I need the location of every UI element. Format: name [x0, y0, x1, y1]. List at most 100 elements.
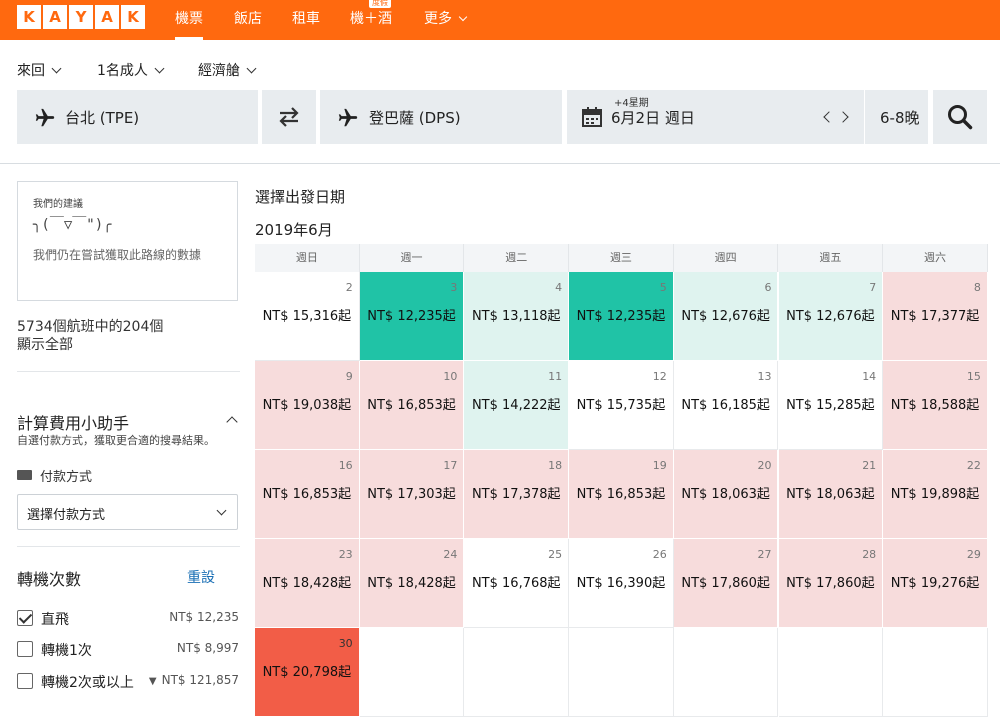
nights-value[interactable]: 6-8晚 — [880, 107, 920, 128]
day-number: 26 — [652, 548, 667, 561]
stops-reset-link[interactable]: 重設 — [187, 567, 215, 587]
calendar-day-cell[interactable]: 14 NT$ 15,285起 — [778, 361, 884, 450]
payment-method-select[interactable]: 選擇付款方式 — [17, 494, 238, 530]
calendar-day-cell[interactable]: 21 NT$ 18,063起 — [778, 450, 884, 539]
calendar-day-cell[interactable]: 24 NT$ 18,428起 — [359, 539, 465, 628]
calendar-day-cell[interactable]: 17 NT$ 17,303起 — [359, 450, 465, 539]
checkbox[interactable] — [17, 641, 33, 657]
calendar-day-cell[interactable]: 2 NT$ 15,316起 — [255, 272, 360, 361]
result-count: 5734個航班中的204個 顯示全部 — [17, 318, 163, 354]
calendar-day-cell[interactable]: 20 NT$ 18,063起 — [673, 450, 779, 539]
chevron-left-icon[interactable] — [823, 111, 835, 123]
day-price: NT$ 12,235起 — [367, 309, 456, 324]
advice-box: 我們的建議 ╮(￣▽￣")╭ 我們仍在嘗試獲取此路線的數據 — [17, 181, 238, 301]
calendar-day-cell[interactable]: 28 NT$ 17,860起 — [778, 539, 884, 628]
day-price: NT$ 18,588起 — [890, 398, 980, 413]
destination-field[interactable]: 登巴薩 (DPS) — [320, 90, 562, 144]
day-price: NT$ 18,428起 — [262, 576, 352, 591]
date-divider — [864, 90, 865, 144]
nav-packages-label: 機＋酒 — [350, 11, 392, 27]
calendar-day-cell[interactable]: 9 NT$ 19,038起 — [255, 361, 360, 450]
swap-button[interactable] — [262, 90, 316, 144]
day-price: NT$ 12,676起 — [786, 309, 875, 324]
stop-option-two-plus[interactable]: 轉機2次或以上 ▼ NT$ 121,857 — [17, 672, 239, 692]
calendar-day-cell[interactable]: 3 NT$ 12,235起 — [359, 272, 465, 361]
day-price: NT$ 15,735起 — [576, 398, 666, 413]
kayak-logo[interactable]: KAYAK — [17, 5, 145, 29]
day-price: NT$ 15,285起 — [786, 398, 875, 413]
nav-flights[interactable]: 機票 — [175, 0, 203, 40]
header-divider — [0, 163, 1000, 164]
stop-price: NT$ 12,235 — [169, 610, 239, 624]
chevron-right-icon[interactable] — [837, 111, 849, 123]
nav-more[interactable]: 更多 — [424, 0, 468, 40]
logo-letter: K — [17, 5, 41, 29]
calendar-day-cell[interactable]: 15 NT$ 18,588起 — [883, 361, 988, 450]
day-number: 6 — [764, 281, 772, 294]
day-price: NT$ 16,853起 — [367, 398, 456, 413]
calendar-day-cell[interactable]: 8 NT$ 17,377起 — [883, 272, 988, 361]
calc-helper-title[interactable]: 計算費用小助手 — [17, 410, 129, 434]
calendar-day-cell[interactable]: 25 NT$ 16,768起 — [464, 539, 570, 628]
date-field[interactable]: +4星期 6月2日 週日 6-8晚 — [567, 90, 928, 144]
chevron-up-icon[interactable] — [226, 416, 238, 428]
day-number: 23 — [338, 548, 353, 561]
chevron-down-icon — [246, 63, 257, 74]
calendar-day-cell[interactable]: 26 NT$ 16,390起 — [569, 539, 674, 628]
trip-type-dropdown[interactable]: 來回 — [17, 60, 62, 80]
calendar-month: 2019年6月 — [255, 221, 333, 239]
chevron-down-icon — [459, 12, 468, 22]
day-price: NT$ 19,038起 — [262, 398, 352, 413]
stop-option-one[interactable]: 轉機1次 NT$ 8,997 — [17, 640, 239, 660]
day-price: NT$ 12,676起 — [681, 309, 770, 324]
day-price: NT$ 12,235起 — [576, 309, 666, 324]
day-number: 13 — [757, 370, 772, 383]
day-price: NT$ 17,378起 — [471, 487, 561, 502]
nav-hotels[interactable]: 飯店 — [234, 0, 262, 40]
travelers-dropdown[interactable]: 1名成人 — [97, 60, 165, 80]
calendar-day-cell[interactable]: 19 NT$ 16,853起 — [569, 450, 674, 539]
advice-message: 我們仍在嘗試獲取此路線的數據 — [33, 248, 202, 262]
origin-field[interactable]: 台北 (TPE) — [17, 90, 258, 144]
weekday-label: 週六 — [883, 244, 988, 272]
cabin-dropdown[interactable]: 經濟艙 — [198, 60, 257, 80]
calendar-day-cell[interactable]: 11 NT$ 14,222起 — [464, 361, 570, 450]
checkbox[interactable] — [17, 673, 33, 689]
calendar-icon — [582, 107, 602, 127]
sidebar-divider — [17, 371, 240, 372]
calendar-day-cell[interactable]: 5 NT$ 12,235起 — [569, 272, 674, 361]
calendar-day-cell[interactable]: 6 NT$ 12,676起 — [673, 272, 779, 361]
payment-label: 付款方式 — [40, 470, 93, 485]
chevron-down-icon — [154, 63, 165, 74]
nav-cars[interactable]: 租車 — [292, 0, 320, 40]
calendar-day-cell[interactable]: 13 NT$ 16,185起 — [673, 361, 779, 450]
calendar-day-cell[interactable]: 29 NT$ 19,276起 — [883, 539, 988, 628]
calendar-day-cell[interactable]: 30 NT$ 20,798起 — [255, 628, 360, 717]
calendar-day-cell[interactable]: 12 NT$ 15,735起 — [569, 361, 674, 450]
calendar-day-cell[interactable]: 4 NT$ 13,118起 — [464, 272, 570, 361]
search-icon — [948, 105, 973, 130]
swap-arrows-icon — [279, 107, 299, 127]
checkbox[interactable] — [17, 610, 33, 626]
cabin-label: 經濟艙 — [198, 63, 240, 79]
day-number: 14 — [862, 370, 877, 383]
stop-option-nonstop[interactable]: 直飛 NT$ 12,235 — [17, 609, 239, 629]
chevron-down-icon — [216, 505, 227, 516]
search-button[interactable] — [933, 90, 987, 144]
calendar-empty-cell — [883, 628, 988, 717]
calendar-day-cell[interactable]: 7 NT$ 12,676起 — [778, 272, 884, 361]
calendar-day-cell[interactable]: 18 NT$ 17,378起 — [464, 450, 570, 539]
logo-letter: Y — [69, 5, 93, 29]
show-all-link[interactable]: 顯示全部 — [17, 336, 163, 354]
day-number: 25 — [548, 548, 563, 561]
calendar-day-cell[interactable]: 27 NT$ 17,860起 — [673, 539, 779, 628]
origin-value: 台北 (TPE) — [65, 109, 140, 127]
day-number: 11 — [548, 370, 563, 383]
stop-label: 直飛 — [41, 612, 69, 628]
day-price: NT$ 15,316起 — [262, 309, 352, 324]
nav-packages[interactable]: 度假 機＋酒 — [350, 0, 392, 40]
calendar-day-cell[interactable]: 22 NT$ 19,898起 — [883, 450, 988, 539]
calendar-day-cell[interactable]: 16 NT$ 16,853起 — [255, 450, 360, 539]
calendar-day-cell[interactable]: 23 NT$ 18,428起 — [255, 539, 360, 628]
calendar-day-cell[interactable]: 10 NT$ 16,853起 — [359, 361, 465, 450]
